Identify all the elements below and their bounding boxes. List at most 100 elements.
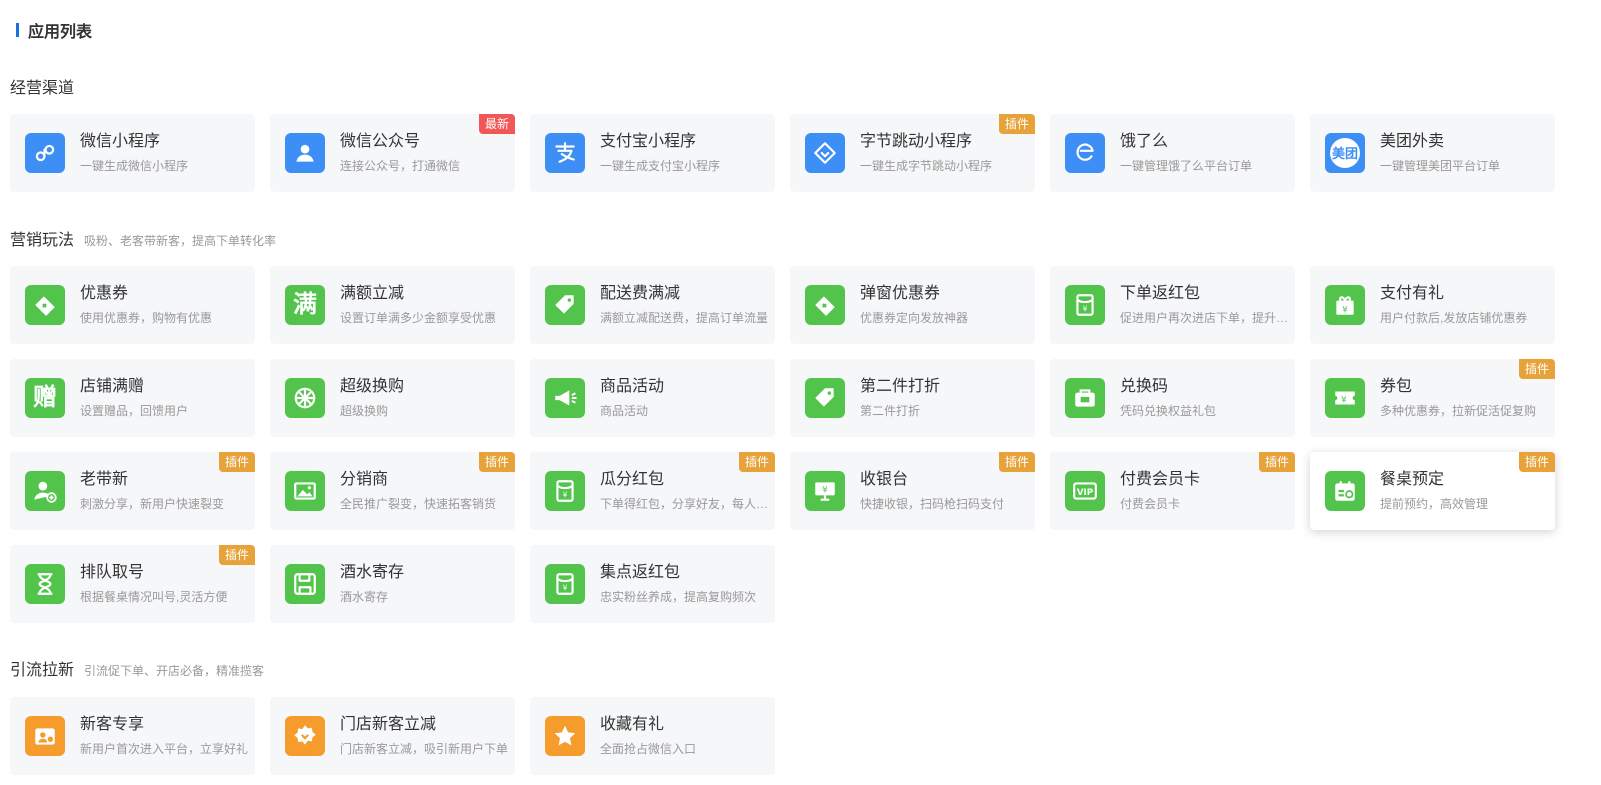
card-text: 收银台 快捷收银，扫码枪扫码支付: [860, 470, 1035, 512]
price-tag-icon: [545, 285, 585, 325]
plugin-badge: 插件: [1258, 452, 1295, 472]
svg-text:¥: ¥: [563, 491, 568, 500]
card-text: 满额立减 设置订单满多少金额享受优惠: [340, 284, 515, 326]
section-desc: 吸粉、老客带新客，提高下单转化率: [84, 234, 277, 248]
app-card-queue[interactable]: 排队取号 根据餐桌情况叫号,灵活方便 插件: [10, 545, 255, 623]
plugin-badge: 插件: [1518, 452, 1555, 472]
vip-card-icon: VIP: [1065, 471, 1105, 511]
app-card-new-customer[interactable]: 新客专享 新用户首次进入平台，立享好礼: [10, 697, 255, 775]
card-desc: 凭码兑换权益礼包: [1120, 404, 1217, 418]
card-desc: 连接公众号，打通微信: [340, 159, 461, 173]
ticket-icon: ¥: [1325, 378, 1365, 418]
section-desc: 引流促下单、开店必备，精准揽客: [84, 664, 265, 678]
card-text: 兑换码凭码兑换权益礼包: [1120, 377, 1295, 419]
app-card-alipay-mini[interactable]: 支付宝小程序 一键生成支付宝小程序: [530, 114, 775, 192]
card-text: 老带新 刺激分享，新用户快速裂变: [80, 470, 255, 512]
card-desc: 一键管理美团平台订单: [1380, 159, 1501, 173]
svg-text:¥: ¥: [1083, 305, 1088, 314]
card-title: 集点返红包: [600, 564, 681, 581]
card-desc: 满额立减配送费，提高订单流量: [600, 311, 769, 325]
grid-traffic: 新客专享 新用户首次进入平台，立享好礼 门店新客立减 门店新客立减，吸引新用户下单 收藏…: [10, 697, 1555, 775]
app-card-goods-activity[interactable]: 商品活动 商品活动: [530, 359, 775, 437]
app-card-meituan[interactable]: 美团 美团外卖 一键管理美团平台订单: [1310, 114, 1555, 192]
app-card-delivery-reduction[interactable]: 配送费满减满额立减配送费，提高订单流量: [530, 266, 775, 344]
card-text: 弹窗优惠券 优惠券定向发放神器: [860, 284, 1035, 326]
section-name: 经营渠道: [10, 80, 75, 97]
redeem-icon: [1065, 378, 1105, 418]
app-card-old-bring-new[interactable]: 老带新 刺激分享，新用户快速裂变 插件: [10, 452, 255, 530]
app-card-full-reduction[interactable]: 满满额立减 设置订单满多少金额享受优惠: [270, 266, 515, 344]
app-card-favorite-gift[interactable]: 收藏有礼 全面抢占微信入口: [530, 697, 775, 775]
app-card-store-new-reduction[interactable]: 门店新客立减 门店新客立减，吸引新用户下单: [270, 697, 515, 775]
card-desc: 设置订单满多少金额享受优惠: [340, 311, 497, 325]
calendar-icon: [1325, 471, 1365, 511]
card-desc: 多种优惠券，拉新促活促复购: [1380, 404, 1537, 418]
card-text: 店铺满赠 设置赠品，回馈用户: [80, 377, 255, 419]
card-text: 商品活动 商品活动: [600, 377, 775, 419]
icon-glyph: 满: [293, 291, 317, 318]
card-text: 第二件打折 第二件打折: [860, 377, 1035, 419]
card-desc: 全面抢占微信入口: [600, 742, 697, 756]
card-title: 优惠券: [80, 285, 129, 302]
card-text: 支付有礼 用户付款后,发放店铺优惠券: [1380, 284, 1555, 326]
app-card-coupon-pack[interactable]: ¥ 券包 多种优惠券，拉新促活促复购 插件: [1310, 359, 1555, 437]
save-icon: [285, 564, 325, 604]
card-text: 饿了么 一键管理饿了么平台订单: [1120, 132, 1295, 174]
red-packet-icon: ¥: [545, 564, 585, 604]
card-text: 下单返红包 促进用户再次进店下单，提升复购: [1120, 284, 1295, 326]
app-card-store-gift[interactable]: 赠店铺满赠 设置赠品，回馈用户: [10, 359, 255, 437]
gift-icon: ¥: [1325, 285, 1365, 325]
card-title: 配送费满减: [600, 285, 681, 302]
plugin-badge: 插件: [218, 452, 255, 472]
app-card-wine-storage[interactable]: 酒水寄存 酒水寄存: [270, 545, 515, 623]
card-text: 超级换购 超级换购: [340, 377, 515, 419]
eleme-icon: [1065, 133, 1105, 173]
card-title: 餐桌预定: [1380, 471, 1445, 488]
card-desc: 设置赠品，回馈用户: [80, 404, 189, 418]
card-title: 瓜分红包: [600, 471, 665, 488]
section-title-channels: 经营渠道: [10, 74, 84, 97]
app-card-redeem-code[interactable]: 兑换码凭码兑换权益礼包: [1050, 359, 1295, 437]
image-icon: [285, 471, 325, 511]
app-card-distributor[interactable]: 分销商 全民推广裂变，快速拓客销货 插件: [270, 452, 515, 530]
card-desc: 一键生成字节跳动小程序: [860, 159, 993, 173]
app-card-table-booking[interactable]: 餐桌预定 提前预约，高效管理 插件: [1310, 452, 1555, 530]
app-card-bytedance-mini[interactable]: 字节跳动小程序 一键生成字节跳动小程序 插件: [790, 114, 1035, 192]
app-card-wechat-official[interactable]: 微信公众号 连接公众号，打通微信 最新: [270, 114, 515, 192]
app-card-eleme[interactable]: 饿了么 一键管理饿了么平台订单: [1050, 114, 1295, 192]
title-accent-bar: [16, 23, 19, 37]
card-desc: 酒水寄存: [340, 590, 389, 604]
app-card-collect-redpacket[interactable]: ¥ 集点返红包 忠实粉丝养成，提高复购频次: [530, 545, 775, 623]
app-card-pay-gift[interactable]: ¥ 支付有礼 用户付款后,发放店铺优惠券: [1310, 266, 1555, 344]
card-text: 微信公众号 连接公众号，打通微信: [340, 132, 515, 174]
bytedance-icon: [805, 133, 845, 173]
app-card-order-redpacket[interactable]: ¥ 下单返红包 促进用户再次进店下单，提升复购: [1050, 266, 1295, 344]
card-title: 酒水寄存: [340, 564, 405, 581]
plugin-badge: 插件: [998, 114, 1035, 134]
card-desc: 付费会员卡: [1120, 497, 1181, 511]
plugin-badge: 插件: [218, 545, 255, 565]
section-name: 营销玩法: [10, 232, 75, 249]
card-desc: 促进用户再次进店下单，提升复购: [1120, 311, 1295, 325]
card-title: 商品活动: [600, 378, 665, 395]
card-desc: 全民推广裂变，快速拓客销货: [340, 497, 497, 511]
card-text: 付费会员卡 付费会员卡: [1120, 470, 1295, 512]
app-card-second-discount[interactable]: 第二件打折 第二件打折: [790, 359, 1035, 437]
card-title: 兑换码: [1120, 378, 1169, 395]
card-desc: 优惠券定向发放神器: [860, 311, 969, 325]
app-card-wechat-mini[interactable]: 微信小程序 一键生成微信小程序: [10, 114, 255, 192]
app-card-popup-coupon[interactable]: 弹窗优惠券 优惠券定向发放神器: [790, 266, 1035, 344]
card-title: 券包: [1380, 378, 1413, 395]
app-card-split-redpacket[interactable]: ¥ 瓜分红包 下单得红包，分享好友，每人都有 插件: [530, 452, 775, 530]
grid-channels: 微信小程序 一键生成微信小程序 微信公众号 连接公众号，打通微信 最新 支付宝小程序 一键生…: [10, 114, 1555, 192]
card-title: 微信小程序: [80, 133, 161, 150]
app-card-super-exchange[interactable]: 超级换购 超级换购: [270, 359, 515, 437]
app-card-coupon[interactable]: 优惠券 使用优惠券，购物有优惠: [10, 266, 255, 344]
app-card-cashier[interactable]: ¥ 收银台 快捷收银，扫码枪扫码支付 插件: [790, 452, 1035, 530]
app-card-paid-member[interactable]: VIP 付费会员卡 付费会员卡 插件: [1050, 452, 1295, 530]
icon-glyph: 赠: [33, 384, 57, 411]
icon-glyph: 美团: [1330, 138, 1360, 168]
plugin-badge: 插件: [998, 452, 1035, 472]
star-icon: [545, 716, 585, 756]
card-desc: 一键生成支付宝小程序: [600, 159, 721, 173]
